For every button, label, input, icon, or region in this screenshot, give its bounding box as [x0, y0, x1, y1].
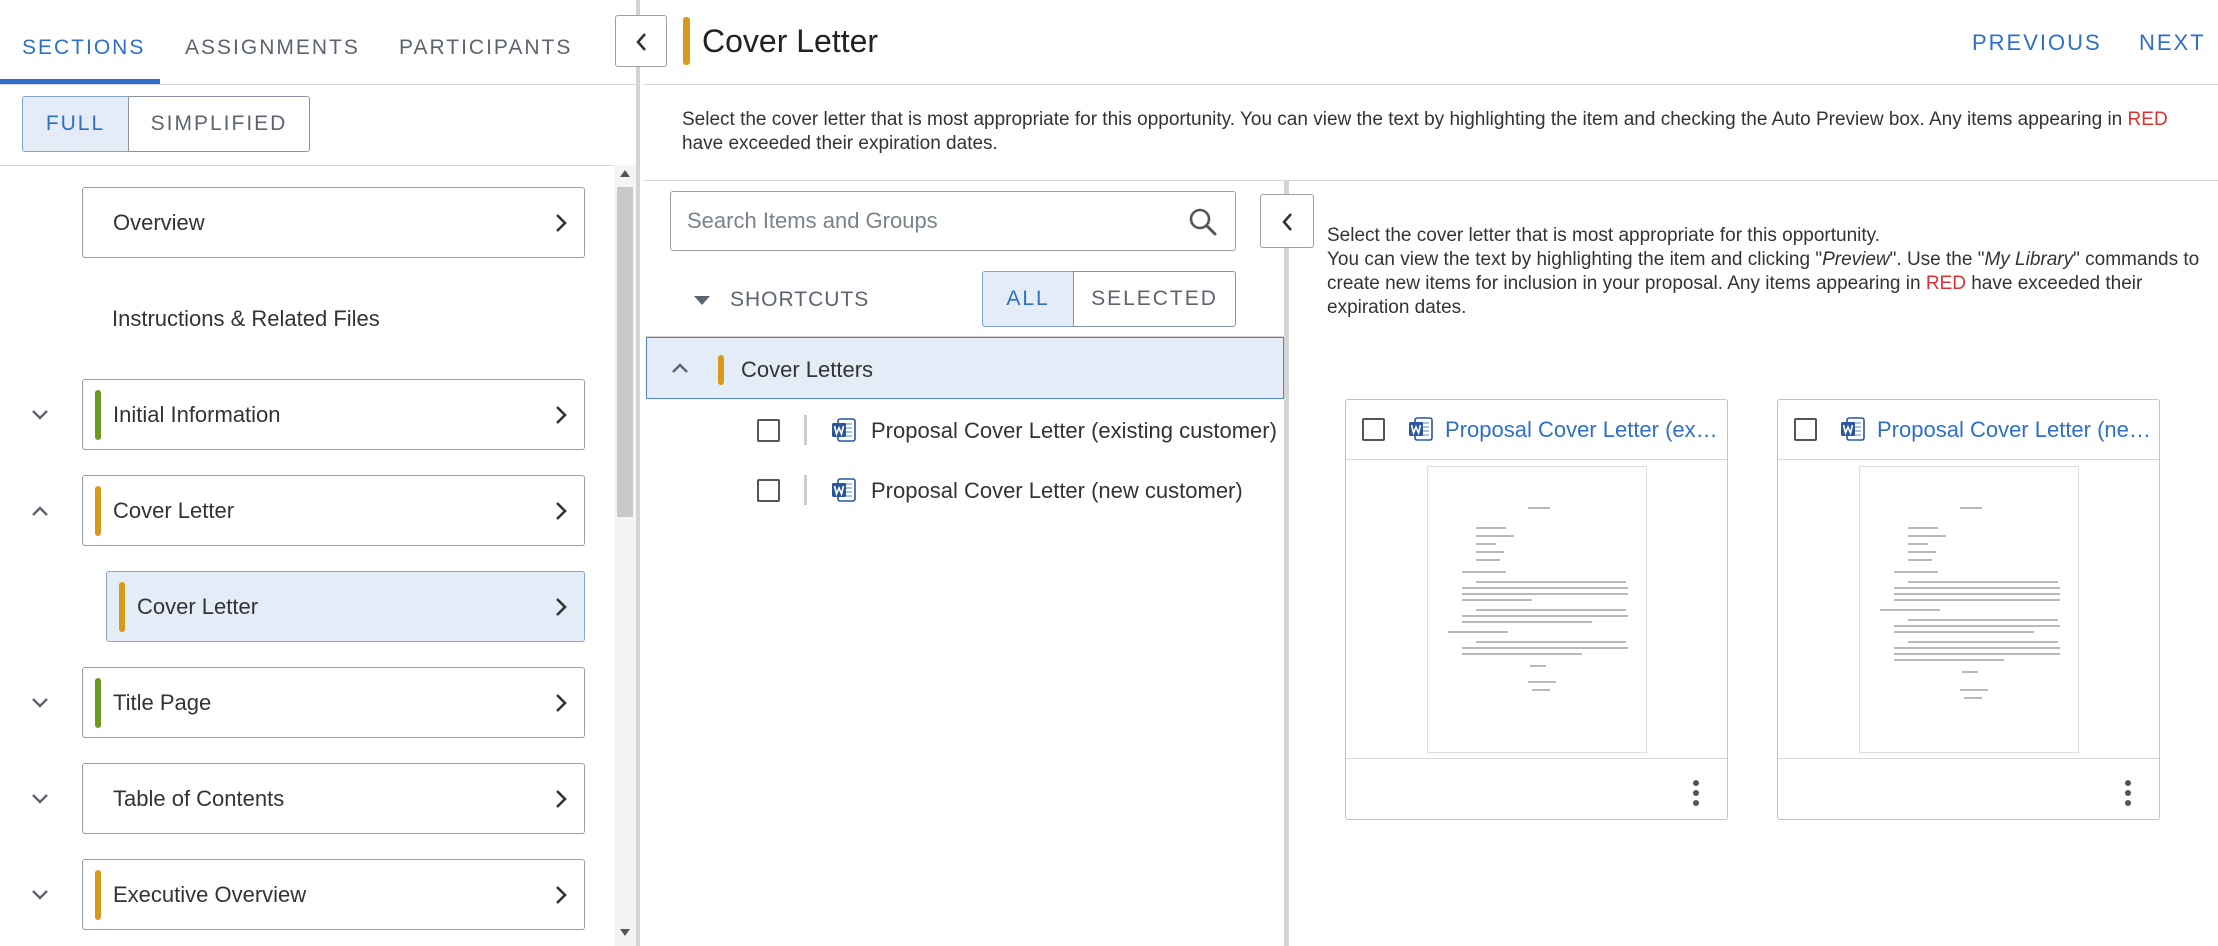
next-button[interactable]: NEXT — [2139, 30, 2206, 56]
chevron-left-icon — [636, 33, 646, 51]
section-color-bar — [95, 870, 101, 920]
item-label: Proposal Cover Letter (new customer) — [871, 478, 1243, 503]
card-checkbox[interactable] — [1794, 418, 1817, 441]
instructions-text: Select the cover letter that is most app… — [682, 109, 2123, 130]
instructions-related-files-link[interactable]: Instructions & Related Files — [112, 306, 380, 332]
section-instructions: Select the cover letter that is most app… — [682, 108, 2182, 156]
search-icon[interactable] — [1187, 206, 1219, 238]
card-title-link[interactable]: Proposal Cover Letter (existing customer… — [1445, 417, 1721, 443]
section-color-bar — [95, 678, 101, 728]
card-title-link[interactable]: Proposal Cover Letter (new customer) — [1877, 417, 2153, 443]
collapse-items-button[interactable] — [1260, 194, 1314, 248]
list-item[interactable]: Proposal Cover Letter (existing customer… — [646, 402, 1284, 458]
chevron-down-icon[interactable] — [26, 881, 54, 909]
chevron-up-icon[interactable] — [668, 356, 692, 380]
section-label: Title Page — [113, 690, 212, 715]
item-checkbox[interactable] — [757, 479, 780, 502]
list-item[interactable]: Proposal Cover Letter (new customer) — [646, 462, 1284, 518]
scroll-down-icon[interactable] — [619, 928, 631, 938]
section-label: Initial Information — [113, 402, 281, 427]
view-simplified-button[interactable]: SIMPLIFIED — [128, 96, 310, 152]
red-keyword: RED — [2127, 109, 2168, 130]
filter-selected-button[interactable]: SELECTED — [1073, 271, 1236, 327]
chevron-up-icon[interactable] — [26, 497, 54, 525]
red-keyword: RED — [1925, 273, 1966, 294]
chevron-right-icon — [556, 406, 567, 424]
title-color-bar — [683, 17, 690, 65]
divider — [0, 165, 636, 166]
caret-down-icon[interactable] — [691, 290, 713, 310]
chevron-right-icon — [556, 502, 567, 520]
preview-instructions: Select the cover letter that is most app… — [1327, 224, 2207, 320]
section-title-page[interactable]: Title Page — [82, 667, 585, 738]
more-options-icon[interactable] — [2124, 778, 2132, 808]
section-table-of-contents[interactable]: Table of Contents — [82, 763, 585, 834]
divider — [804, 475, 807, 505]
word-doc-icon — [1841, 417, 1865, 441]
group-label: Cover Letters — [741, 357, 874, 382]
search-box[interactable] — [670, 191, 1236, 251]
section-label: Overview — [113, 210, 205, 235]
item-label: Proposal Cover Letter (existing customer… — [871, 418, 1277, 443]
scroll-up-icon[interactable] — [619, 168, 631, 178]
section-overview[interactable]: Overview — [82, 187, 585, 258]
divider — [1346, 758, 1727, 759]
word-doc-icon — [832, 478, 856, 502]
filter-all-button[interactable]: ALL — [982, 271, 1074, 327]
tab-participants[interactable]: PARTICIPANTS — [399, 36, 572, 60]
subsection-cover-letter[interactable]: Cover Letter — [106, 571, 585, 642]
section-cover-letter[interactable]: Cover Letter — [82, 475, 585, 546]
divider — [804, 415, 807, 445]
document-thumbnail[interactable] — [1427, 466, 1647, 753]
search-input[interactable] — [687, 206, 1167, 236]
chevron-left-icon — [1282, 213, 1292, 231]
section-initial-information[interactable]: Initial Information — [82, 379, 585, 450]
chevron-right-icon — [556, 694, 567, 712]
page-title: Cover Letter — [702, 23, 879, 59]
more-options-icon[interactable] — [1692, 778, 1700, 808]
my-library-keyword: My Library — [1984, 249, 2074, 270]
previous-button[interactable]: PREVIOUS — [1972, 30, 2102, 56]
chevron-right-icon — [556, 886, 567, 904]
instructions-text: ". Use the " — [1889, 249, 1985, 270]
shortcuts-label[interactable]: SHORTCUTS — [730, 288, 869, 312]
instructions-text: have exceeded their expiration dates. — [682, 133, 998, 154]
section-color-bar — [119, 582, 125, 632]
tab-sections[interactable]: SECTIONS — [22, 36, 145, 60]
preview-keyword: Preview — [1822, 249, 1890, 270]
section-label: Table of Contents — [113, 786, 285, 811]
instructions-text: You can view the text by highlighting th… — [1327, 249, 1823, 270]
view-full-button[interactable]: FULL — [22, 96, 129, 152]
section-label: Cover Letter — [113, 498, 235, 523]
preview-card[interactable]: Proposal Cover Letter (existing customer… — [1345, 399, 1728, 820]
group-color-bar — [718, 355, 724, 385]
section-executive-overview[interactable]: Executive Overview — [82, 859, 585, 930]
word-doc-icon — [832, 418, 856, 442]
chevron-down-icon[interactable] — [26, 401, 54, 429]
divider — [1778, 758, 2159, 759]
section-color-bar — [95, 390, 101, 440]
chevron-right-icon — [556, 598, 567, 616]
chevron-right-icon — [556, 214, 567, 232]
document-thumbnail[interactable] — [1859, 466, 2079, 753]
chevron-down-icon[interactable] — [26, 785, 54, 813]
instructions-text: Select the cover letter that is most app… — [1327, 225, 1881, 246]
panel-divider[interactable] — [1284, 180, 1289, 946]
divider — [644, 180, 2218, 181]
preview-card[interactable]: Proposal Cover Letter (new customer) — [1777, 399, 2160, 820]
section-color-bar — [95, 486, 101, 536]
word-doc-icon — [1409, 417, 1433, 441]
collapse-sections-button[interactable] — [615, 15, 667, 67]
chevron-down-icon[interactable] — [26, 689, 54, 717]
card-checkbox[interactable] — [1362, 418, 1385, 441]
scrollbar-thumb[interactable] — [617, 187, 633, 517]
section-label: Cover Letter — [137, 594, 259, 619]
chevron-right-icon — [556, 790, 567, 808]
tab-assignments[interactable]: ASSIGNMENTS — [185, 36, 360, 60]
divider — [0, 84, 636, 85]
divider — [644, 84, 2218, 85]
section-label: Executive Overview — [113, 882, 307, 907]
item-checkbox[interactable] — [757, 419, 780, 442]
